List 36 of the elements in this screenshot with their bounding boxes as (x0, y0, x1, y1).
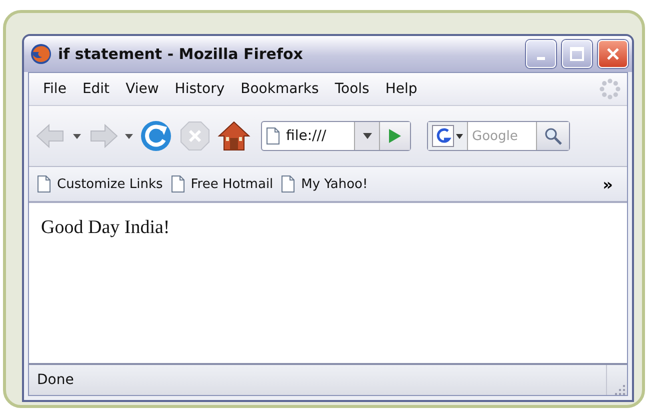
more-bookmarks-button[interactable]: » (602, 174, 619, 194)
minimize-icon (537, 56, 545, 60)
window-title: if statement - Mozilla Firefox (58, 45, 304, 63)
menu-item[interactable]: History (166, 79, 233, 99)
menu-item[interactable]: View (118, 79, 167, 99)
menu-item[interactable]: File (35, 79, 74, 99)
dropdown-arrow-icon[interactable] (125, 134, 133, 138)
page-icon (170, 175, 185, 193)
page-icon (37, 175, 51, 193)
dropdown-arrow-icon[interactable] (362, 133, 372, 139)
menu-item[interactable]: Help (377, 79, 426, 99)
dropdown-arrow-icon[interactable] (456, 134, 463, 138)
resize-grip-icon[interactable] (613, 383, 625, 395)
address-text: file:/// (286, 128, 326, 144)
page-text: Good Day India! (41, 217, 170, 238)
menu-item[interactable]: Tools (326, 79, 378, 99)
menu-item[interactable]: Bookmarks (232, 79, 327, 99)
status-text: Done (37, 372, 75, 388)
bookmark-link[interactable]: Free Hotmail (190, 176, 274, 192)
dropdown-arrow-icon[interactable] (73, 134, 81, 138)
maximize-icon (570, 47, 584, 61)
menu-item[interactable]: Edit (74, 79, 118, 99)
close-button[interactable] (598, 40, 628, 68)
throbber-icon (599, 78, 621, 100)
search-icon[interactable] (544, 127, 562, 145)
search-engine-icon[interactable] (432, 125, 454, 147)
close-icon (606, 47, 620, 61)
page-icon (281, 175, 296, 193)
go-icon[interactable] (388, 128, 402, 144)
home-icon[interactable] (217, 120, 251, 152)
reload-icon[interactable] (139, 119, 173, 153)
page-icon (266, 127, 280, 145)
address-bar[interactable]: file:/// (261, 121, 411, 151)
bookmark-link[interactable]: My Yahoo! (301, 176, 368, 192)
bookmark-link[interactable]: Customize Links (57, 176, 163, 192)
firefox-logo-icon (30, 43, 52, 65)
